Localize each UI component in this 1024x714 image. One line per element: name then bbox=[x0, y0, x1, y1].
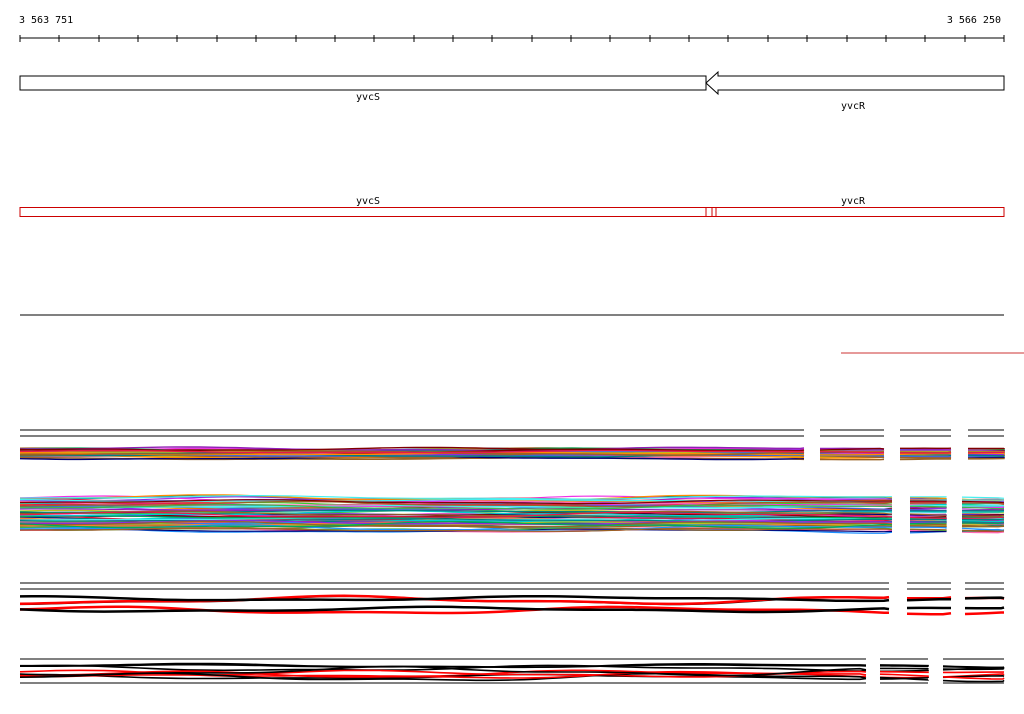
predicted-gene-track: yvcS yvcR bbox=[19, 196, 1005, 217]
ruler-start-label: 3 563 751 bbox=[19, 15, 73, 26]
alignment-line bbox=[910, 496, 947, 498]
gene-track: yvcS yvcR bbox=[19, 70, 1005, 112]
predicted-yvcS-feature[interactable] bbox=[19, 207, 713, 217]
alignment-line bbox=[964, 606, 1005, 610]
alignment-line bbox=[819, 451, 884, 454]
gene-label-yvcS: yvcS bbox=[356, 92, 380, 103]
coordinate-ruler: 3 563 751 3 566 250 bbox=[19, 15, 1005, 42]
alignment-line bbox=[909, 526, 947, 529]
alignment-line bbox=[961, 496, 1005, 499]
alignment-track-2 bbox=[19, 494, 1005, 534]
alignment-line bbox=[910, 530, 947, 533]
alignment-line bbox=[967, 447, 1005, 450]
alignment-line bbox=[906, 597, 952, 602]
alignment-line bbox=[942, 665, 1005, 669]
alignment-line bbox=[909, 522, 947, 525]
predicted-label-yvcS: yvcS bbox=[356, 196, 380, 207]
alignment-line bbox=[879, 670, 929, 674]
alignment-line bbox=[906, 611, 952, 616]
alignment-line bbox=[968, 457, 1005, 460]
alignment-line bbox=[879, 673, 929, 677]
alignment-tracks bbox=[19, 429, 1005, 684]
genome-browser-canvas: 3 563 751 3 566 250 yvcS yvcR yvcS yvcR bbox=[19, 15, 1024, 684]
alignment-line bbox=[961, 508, 1005, 511]
alignment-line bbox=[964, 611, 1004, 616]
alignment-track-4 bbox=[19, 658, 1005, 684]
alignment-line bbox=[880, 667, 929, 670]
predicted-label-yvcR: yvcR bbox=[841, 196, 866, 207]
alignment-line bbox=[964, 596, 1005, 600]
alignment-line bbox=[967, 451, 1005, 454]
gene-yvcR-feature[interactable] bbox=[705, 70, 1005, 96]
alignment-track-1 bbox=[19, 429, 1005, 461]
alignment-line bbox=[910, 500, 947, 502]
alignment-line bbox=[942, 679, 1005, 683]
alignment-line bbox=[819, 453, 885, 456]
alignment-line bbox=[909, 525, 947, 528]
predicted-yvcR-feature[interactable] bbox=[705, 207, 1005, 217]
alignment-line bbox=[942, 676, 1005, 680]
alignment-track-3 bbox=[19, 582, 1005, 616]
alignment-line bbox=[879, 665, 929, 668]
gene-yvcS-feature[interactable] bbox=[19, 75, 707, 91]
gene-label-yvcR: yvcR bbox=[841, 101, 866, 112]
alignment-line bbox=[909, 511, 947, 513]
alignment-line bbox=[961, 522, 1005, 525]
ruler-end-label: 3 566 250 bbox=[947, 15, 1001, 26]
alignment-line bbox=[962, 511, 1005, 513]
